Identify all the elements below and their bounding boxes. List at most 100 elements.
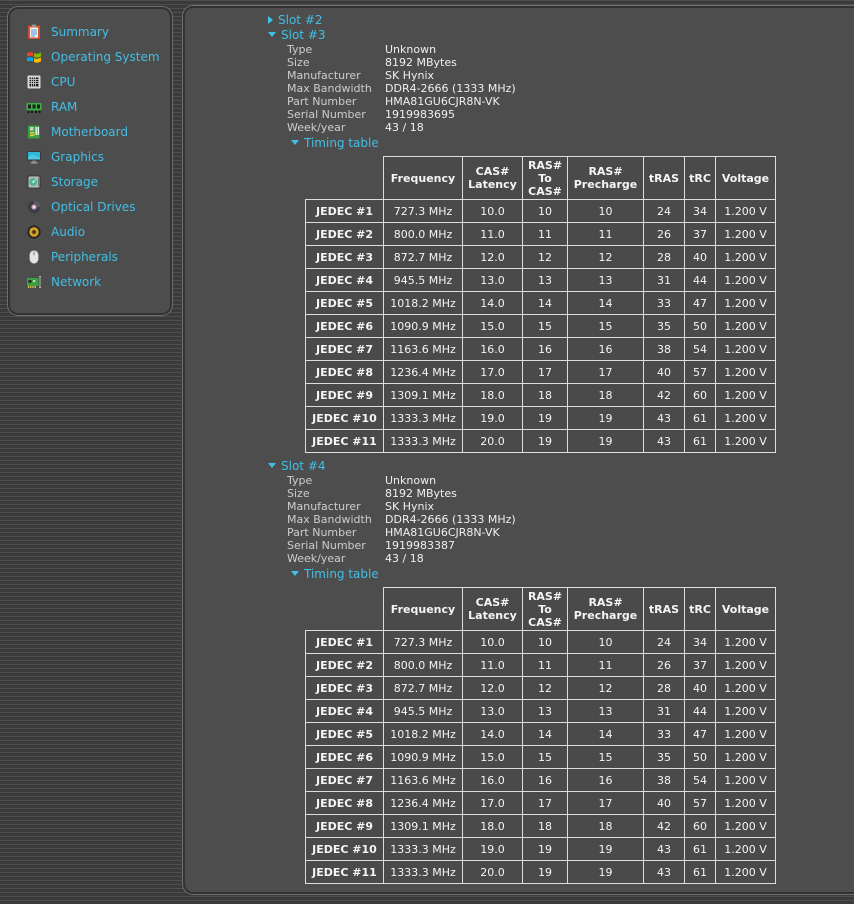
sidebar-item-label: Storage (51, 175, 98, 189)
ram-icon (26, 99, 42, 115)
timing-cell: 15 (523, 746, 568, 769)
timing-cell: 19.0 (463, 407, 523, 430)
timing-cell: 40 (644, 792, 685, 815)
property-name: Type (287, 43, 385, 56)
timing-cell: 18 (523, 815, 568, 838)
timing-table-row: JEDEC #3872.7 MHz12.0121228401.200 V (306, 246, 776, 269)
sidebar-item-cpu[interactable]: CPU (26, 69, 170, 94)
timing-cell: 19 (523, 407, 568, 430)
slot-4-timing-toggle[interactable]: Timing table (291, 567, 854, 582)
timing-table-row: JEDEC #101333.3 MHz19.0191943611.200 V (306, 407, 776, 430)
timing-cell: 1.200 V (716, 315, 776, 338)
slot-3-timing-toggle[interactable]: Timing table (291, 136, 854, 151)
timing-cell: 15 (568, 746, 644, 769)
timing-cell: 19 (523, 861, 568, 884)
sidebar-item-network[interactable]: Network (26, 269, 170, 294)
property-row: ManufacturerSK Hynix (287, 500, 854, 513)
slot-4-toggle[interactable]: Slot #4 (268, 459, 854, 474)
timing-table-row: JEDEC #91309.1 MHz18.0181842601.200 V (306, 815, 776, 838)
slot-2-label: Slot #2 (278, 13, 323, 27)
timing-cell: 1.200 V (716, 338, 776, 361)
timing-cell: 19 (568, 430, 644, 453)
timing-row-label: JEDEC #11 (306, 861, 384, 884)
timing-cell: 61 (685, 861, 716, 884)
timing-cell: 1.200 V (716, 815, 776, 838)
timing-table-row: JEDEC #101333.3 MHz19.0191943611.200 V (306, 838, 776, 861)
sidebar-item-peripherals[interactable]: Peripherals (26, 244, 170, 269)
timing-cell: 19 (568, 838, 644, 861)
sidebar-item-operating-system[interactable]: Operating System (26, 44, 170, 69)
property-row: Serial Number1919983695 (287, 108, 854, 121)
sidebar-item-motherboard[interactable]: Motherboard (26, 119, 170, 144)
timing-row-label: JEDEC #10 (306, 838, 384, 861)
property-value: HMA81GU6CJR8N-VK (385, 526, 500, 539)
timing-table-header-cell: tRC (685, 588, 716, 631)
property-row: TypeUnknown (287, 474, 854, 487)
sidebar-panel: Summary Operating SystemCPU RAM Motherboard… (8, 7, 172, 315)
timing-cell: 17.0 (463, 361, 523, 384)
timing-cell: 13.0 (463, 269, 523, 292)
timing-table-corner (306, 588, 384, 631)
timing-cell: 1.200 V (716, 631, 776, 654)
timing-cell: 14 (523, 723, 568, 746)
property-row: Size8192 MBytes (287, 56, 854, 69)
timing-table-row: JEDEC #4945.5 MHz13.0131331441.200 V (306, 700, 776, 723)
property-name: Week/year (287, 121, 385, 134)
graphics-icon (26, 149, 42, 165)
timing-row-label: JEDEC #5 (306, 292, 384, 315)
timing-cell: 57 (685, 361, 716, 384)
property-name: Max Bandwidth (287, 513, 385, 526)
timing-cell: 38 (644, 769, 685, 792)
expand-arrow-icon (268, 16, 273, 24)
timing-cell: 16 (568, 769, 644, 792)
timing-table-row: JEDEC #51018.2 MHz14.0141433471.200 V (306, 723, 776, 746)
timing-row-label: JEDEC #10 (306, 407, 384, 430)
sidebar-item-label: Summary (51, 25, 109, 39)
sidebar-item-summary[interactable]: Summary (26, 19, 170, 44)
timing-cell: 1.200 V (716, 769, 776, 792)
sidebar-item-label: Optical Drives (51, 200, 135, 214)
collapse-arrow-icon (291, 140, 299, 145)
slot-2-toggle[interactable]: Slot #2 (268, 13, 854, 28)
timing-cell: 14 (568, 292, 644, 315)
timing-table-header-cell: tRC (685, 157, 716, 200)
timing-row-label: JEDEC #9 (306, 384, 384, 407)
motherboard-icon (26, 124, 42, 140)
timing-cell: 14 (568, 723, 644, 746)
timing-cell: 10.0 (463, 631, 523, 654)
network-icon (26, 274, 42, 290)
timing-table-row: JEDEC #61090.9 MHz15.0151535501.200 V (306, 746, 776, 769)
timing-cell: 1090.9 MHz (384, 315, 463, 338)
timing-cell: 16.0 (463, 769, 523, 792)
timing-table-header-cell: tRAS (644, 157, 685, 200)
sidebar-item-optical-drives[interactable]: Optical Drives (26, 194, 170, 219)
property-name: Type (287, 474, 385, 487)
sidebar-item-storage[interactable]: Storage (26, 169, 170, 194)
timing-cell: 31 (644, 700, 685, 723)
timing-cell: 54 (685, 338, 716, 361)
property-name: Serial Number (287, 108, 385, 121)
timing-table-row: JEDEC #71163.6 MHz16.0161638541.200 V (306, 769, 776, 792)
timing-row-label: JEDEC #8 (306, 361, 384, 384)
slot-3-toggle[interactable]: Slot #3 (268, 28, 854, 43)
timing-cell: 17 (568, 361, 644, 384)
timing-row-label: JEDEC #4 (306, 700, 384, 723)
timing-cell: 17 (523, 361, 568, 384)
timing-cell: 19.0 (463, 838, 523, 861)
timing-cell: 34 (685, 631, 716, 654)
timing-cell: 11 (523, 223, 568, 246)
sidebar-item-ram[interactable]: RAM (26, 94, 170, 119)
slot-4-label: Slot #4 (281, 459, 326, 473)
timing-cell: 1.200 V (716, 861, 776, 884)
timing-cell: 1.200 V (716, 792, 776, 815)
sidebar-item-audio[interactable]: Audio (26, 219, 170, 244)
timing-table-row: JEDEC #81236.4 MHz17.0171740571.200 V (306, 361, 776, 384)
timing-table-row: JEDEC #1727.3 MHz10.0101024341.200 V (306, 200, 776, 223)
sidebar-item-graphics[interactable]: Graphics (26, 144, 170, 169)
sidebar-item-label: RAM (51, 100, 77, 114)
sidebar-item-label: Graphics (51, 150, 104, 164)
timing-cell: 34 (685, 200, 716, 223)
timing-cell: 18 (568, 384, 644, 407)
timing-table-row: JEDEC #61090.9 MHz15.0151535501.200 V (306, 315, 776, 338)
timing-table-header-row: FrequencyCAS# LatencyRAS# To CAS#RAS# Pr… (306, 157, 776, 200)
